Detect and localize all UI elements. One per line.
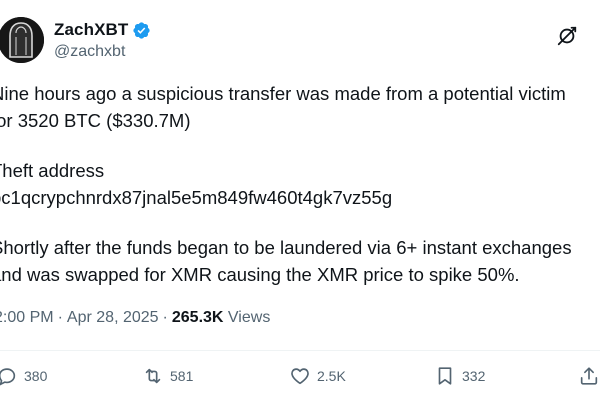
bookmark-button[interactable]: 332 [434,364,485,388]
like-button[interactable]: 2.5K [289,364,346,388]
theft-address: bc1qcrypchnrdx87jnal5e5m849fw460t4gk7vz5… [0,187,393,208]
tweet-time[interactable]: 2:00 PM [0,309,54,326]
tweet-line: Shortly after the funds began to be laun… [0,237,572,258]
grok-icon[interactable] [556,25,578,47]
repost-count: 581 [170,368,194,384]
views-label: Views [227,309,271,326]
tweet-line: and was swapped for XMR causing the XMR … [0,264,520,285]
reply-count: 380 [24,368,48,384]
meta-separator: · [57,309,63,326]
avatar-image-icon [0,17,44,63]
reply-icon [0,365,18,387]
tweet-paragraph: Shortly after the funds began to be laun… [0,234,600,288]
meta-separator: · [162,309,168,326]
share-icon [578,365,600,387]
tweet-page: ZachXBT @zachxbt Nine hours ago a suspic… [0,0,600,400]
share-button[interactable] [578,364,600,388]
tweet-line: Theft address [0,160,105,181]
bookmark-count: 332 [462,368,486,384]
like-icon [289,365,311,387]
tweet-date[interactable]: Apr 28, 2025 [67,309,159,326]
bookmark-icon [434,365,456,387]
tweet-line: Nine hours ago a suspicious transfer was… [0,83,566,104]
tweet-paragraph: Theft address bc1qcrypchnrdx87jnal5e5m84… [0,157,600,211]
repost-button[interactable]: 581 [142,364,193,388]
tweet-meta: 2:00 PM·Apr 28, 2025·265.3K Views [0,309,270,327]
tweet-paragraph: Nine hours ago a suspicious transfer was… [0,80,600,134]
avatar[interactable] [0,17,44,63]
tweet-text: Nine hours ago a suspicious transfer was… [0,80,600,288]
like-count: 2.5K [317,368,346,384]
tweet-line: for 3520 BTC ($330.7M) [0,110,191,131]
divider [0,350,600,351]
display-name-row: ZachXBT [54,19,151,41]
repost-icon [142,365,164,387]
views-count: 265.3K [171,309,224,326]
author-block: ZachXBT @zachxbt [54,19,151,61]
display-name[interactable]: ZachXBT [54,20,128,40]
handle[interactable]: @zachxbt [54,43,151,61]
reply-button[interactable]: 380 [0,364,47,388]
verified-badge-icon [132,21,151,40]
